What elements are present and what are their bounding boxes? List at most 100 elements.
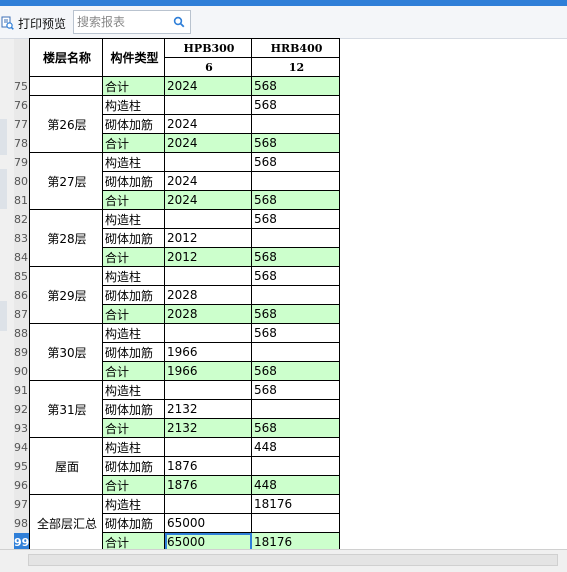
- row-number[interactable]: 87: [14, 305, 29, 324]
- hrb400-value-cell[interactable]: 448: [251, 475, 340, 495]
- hpb300-value-cell[interactable]: 2028: [164, 285, 252, 305]
- horizontal-scrollbar[interactable]: [28, 554, 558, 566]
- component-type-cell[interactable]: 砌体加筋: [102, 399, 165, 419]
- component-type-cell[interactable]: 合计: [102, 475, 165, 495]
- hrb400-value-cell[interactable]: 568: [251, 418, 340, 438]
- row-number[interactable]: 91: [14, 381, 29, 400]
- hrb400-value-cell[interactable]: [251, 228, 340, 248]
- component-type-cell[interactable]: 合计: [102, 190, 165, 210]
- hpb300-value-cell[interactable]: 2028: [164, 304, 252, 324]
- component-type-cell[interactable]: 合计: [102, 361, 165, 381]
- side-tab[interactable]: [0, 301, 7, 331]
- row-number[interactable]: 89: [14, 343, 29, 362]
- hrb400-value-cell[interactable]: 568: [251, 304, 340, 324]
- row-number[interactable]: 83: [14, 229, 29, 248]
- search-input[interactable]: [77, 14, 169, 30]
- component-type-cell[interactable]: 合计: [102, 418, 165, 438]
- row-number[interactable]: 88: [14, 324, 29, 343]
- row-number[interactable]: 93: [14, 419, 29, 438]
- component-type-cell[interactable]: 合计: [102, 76, 165, 96]
- component-type-cell[interactable]: 构造柱: [102, 266, 165, 286]
- component-type-cell[interactable]: 构造柱: [102, 152, 165, 172]
- hpb300-value-cell[interactable]: 1966: [164, 361, 252, 381]
- hpb300-value-cell[interactable]: [164, 494, 252, 514]
- component-type-cell[interactable]: 构造柱: [102, 494, 165, 514]
- hpb300-value-cell[interactable]: 2132: [164, 399, 252, 419]
- component-type-cell[interactable]: 砌体加筋: [102, 285, 165, 305]
- component-type-cell[interactable]: 构造柱: [102, 209, 165, 229]
- hpb300-value-cell[interactable]: [164, 209, 252, 229]
- hpb300-value-cell[interactable]: 2132: [164, 418, 252, 438]
- component-type-cell[interactable]: 合计: [102, 304, 165, 324]
- row-number[interactable]: 92: [14, 400, 29, 419]
- hrb400-value-cell[interactable]: [251, 285, 340, 305]
- hrb400-value-cell[interactable]: 568: [251, 361, 340, 381]
- row-number[interactable]: 75: [14, 77, 29, 96]
- floor-name-cell[interactable]: 全部层汇总: [29, 494, 103, 552]
- hrb400-value-cell[interactable]: 568: [251, 152, 340, 172]
- component-type-cell[interactable]: 砌体加筋: [102, 114, 165, 134]
- hrb400-value-cell[interactable]: 568: [251, 380, 340, 400]
- component-type-cell[interactable]: 砌体加筋: [102, 228, 165, 248]
- side-tab[interactable]: [0, 169, 7, 209]
- floor-name-cell[interactable]: 屋面: [29, 437, 103, 495]
- hpb300-value-cell[interactable]: [164, 95, 252, 115]
- hpb300-value-cell[interactable]: [164, 380, 252, 400]
- hpb300-value-cell[interactable]: [164, 152, 252, 172]
- hpb300-value-cell[interactable]: 1876: [164, 475, 252, 495]
- hpb300-value-cell[interactable]: 2012: [164, 228, 252, 248]
- row-number[interactable]: 95: [14, 457, 29, 476]
- hpb300-value-cell[interactable]: [164, 323, 252, 343]
- hpb300-value-cell[interactable]: 1966: [164, 342, 252, 362]
- hrb400-value-cell[interactable]: 448: [251, 437, 340, 457]
- component-type-cell[interactable]: 砌体加筋: [102, 171, 165, 191]
- hrb400-value-cell[interactable]: 568: [251, 76, 340, 96]
- component-type-cell[interactable]: 砌体加筋: [102, 513, 165, 533]
- component-type-cell[interactable]: 构造柱: [102, 380, 165, 400]
- hrb400-value-cell[interactable]: 568: [251, 190, 340, 210]
- row-number[interactable]: 96: [14, 476, 29, 495]
- hrb400-value-cell[interactable]: 568: [251, 247, 340, 267]
- row-number[interactable]: 90: [14, 362, 29, 381]
- row-number[interactable]: 80: [14, 172, 29, 191]
- row-number[interactable]: 85: [14, 267, 29, 286]
- row-number[interactable]: 94: [14, 438, 29, 457]
- hpb300-value-cell[interactable]: 2012: [164, 247, 252, 267]
- row-number[interactable]: 97: [14, 495, 29, 514]
- hrb400-value-cell[interactable]: [251, 399, 340, 419]
- hpb300-value-cell[interactable]: 2024: [164, 114, 252, 134]
- floor-name-cell[interactable]: 第31层: [29, 380, 103, 438]
- component-type-cell[interactable]: 构造柱: [102, 95, 165, 115]
- hrb400-value-cell[interactable]: [251, 114, 340, 134]
- hrb400-value-cell[interactable]: [251, 513, 340, 533]
- row-number[interactable]: 77: [14, 115, 29, 134]
- row-number[interactable]: 82: [14, 210, 29, 229]
- component-type-cell[interactable]: 砌体加筋: [102, 342, 165, 362]
- hrb400-value-cell[interactable]: 568: [251, 209, 340, 229]
- floor-name-cell[interactable]: 第26层: [29, 95, 103, 153]
- hpb300-value-cell[interactable]: [164, 266, 252, 286]
- floor-name-cell[interactable]: 第27层: [29, 152, 103, 210]
- row-number[interactable]: 79: [14, 153, 29, 172]
- hpb300-value-cell[interactable]: 2024: [164, 190, 252, 210]
- component-type-cell[interactable]: 合计: [102, 247, 165, 267]
- hpb300-value-cell[interactable]: 2024: [164, 171, 252, 191]
- hrb400-value-cell[interactable]: [251, 342, 340, 362]
- hrb400-value-cell[interactable]: 568: [251, 133, 340, 153]
- hpb300-value-cell[interactable]: 2024: [164, 133, 252, 153]
- floor-name-cell[interactable]: 第30层: [29, 323, 103, 381]
- row-number[interactable]: 78: [14, 134, 29, 153]
- print-preview-button[interactable]: 打印预览: [0, 14, 66, 32]
- row-number[interactable]: 98: [14, 514, 29, 533]
- row-number[interactable]: 84: [14, 248, 29, 267]
- hrb400-value-cell[interactable]: 568: [251, 95, 340, 115]
- hpb300-value-cell[interactable]: 2024: [164, 76, 252, 96]
- hrb400-value-cell[interactable]: [251, 456, 340, 476]
- component-type-cell[interactable]: 合计: [102, 133, 165, 153]
- component-type-cell[interactable]: 构造柱: [102, 323, 165, 343]
- floor-name-cell[interactable]: 第29层: [29, 266, 103, 324]
- side-tab[interactable]: [0, 119, 7, 155]
- floor-name-cell[interactable]: [29, 76, 103, 96]
- row-number[interactable]: 76: [14, 96, 29, 115]
- hpb300-value-cell[interactable]: [164, 437, 252, 457]
